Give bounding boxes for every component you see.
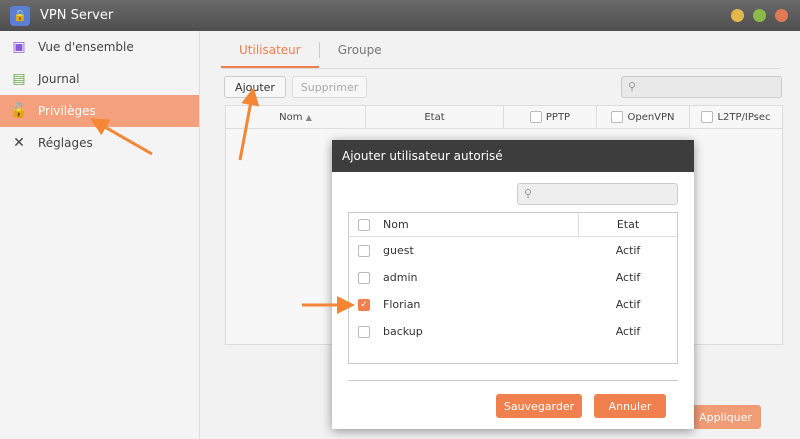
table-row[interactable]: guest Actif (349, 237, 677, 264)
search-icon: ⚲ (628, 80, 637, 93)
sidebar-item-label: Réglages (38, 136, 93, 150)
sidebar-item-label: Journal (38, 72, 80, 86)
column-openvpn[interactable]: OpenVPN (597, 106, 690, 128)
sidebar-item-journal[interactable]: ▤ Journal (0, 63, 199, 95)
privileges-icon: 🔓 (10, 103, 28, 119)
title-bar: 🔒 VPN Server (0, 0, 800, 31)
select-all-checkbox[interactable] (358, 218, 370, 231)
minimize-button[interactable] (731, 9, 744, 22)
user-status: Actif (615, 271, 641, 284)
sort-asc-icon: ▲ (305, 112, 312, 122)
column-pptp[interactable]: PPTP (504, 106, 597, 128)
delete-button[interactable]: Supprimer (292, 76, 367, 98)
add-button[interactable]: Ajouter (224, 76, 286, 98)
tab-user[interactable]: Utilisateur (221, 39, 319, 68)
row-checkbox[interactable] (358, 244, 370, 257)
sidebar-item-label: Vue d'ensemble (38, 40, 134, 54)
user-status: Actif (615, 325, 641, 338)
row-checkbox[interactable] (358, 325, 370, 338)
close-button[interactable] (775, 9, 788, 22)
openvpn-checkbox[interactable] (611, 111, 624, 123)
tab-group[interactable]: Groupe (320, 39, 400, 68)
column-l2tp[interactable]: L2TP/IPsec (690, 106, 782, 128)
dialog-title: Ajouter utilisateur autorisé (332, 140, 694, 172)
user-name: admin (383, 271, 418, 284)
user-status: Actif (615, 298, 641, 311)
log-icon: ▤ (12, 71, 26, 87)
table-row[interactable]: admin Actif (349, 264, 677, 291)
user-status: Actif (615, 244, 641, 257)
column-status[interactable]: Etat (366, 106, 504, 128)
dialog-user-table: Nom Etat guest Actif admin Actif ✓ Florian A… (348, 212, 678, 364)
add-user-dialog: Ajouter utilisateur autorisé ⚲ Nom Etat … (332, 140, 694, 429)
row-checkbox-checked[interactable]: ✓ (358, 298, 370, 311)
column-name[interactable]: Nom (383, 213, 579, 236)
vpn-lock-icon: 🔒 (10, 5, 30, 26)
column-name[interactable]: Nom ▲ (226, 106, 366, 128)
row-checkbox[interactable] (358, 271, 370, 284)
table-header: Nom ▲ Etat PPTP OpenVPN L2TP/IPsec (225, 105, 783, 129)
dialog-divider (348, 380, 678, 381)
table-row[interactable]: backup Actif (349, 318, 677, 345)
l2tp-checkbox[interactable] (701, 111, 714, 123)
user-name: Florian (383, 298, 421, 311)
save-button[interactable]: Sauvegarder (496, 394, 582, 418)
sidebar-item-privileges[interactable]: 🔓 Privilèges (0, 95, 199, 127)
search-icon: ⚲ (524, 187, 533, 200)
apply-button[interactable]: Appliquer (690, 405, 761, 429)
pptp-checkbox[interactable] (529, 111, 542, 123)
column-status[interactable]: Etat (579, 218, 677, 231)
sidebar-item-settings[interactable]: ✕ Réglages (0, 127, 199, 159)
monitor-icon: ▣ (12, 39, 26, 55)
table-row[interactable]: ✓ Florian Actif (349, 291, 677, 318)
tools-icon: ✕ (13, 135, 25, 151)
dialog-table-header: Nom Etat (349, 213, 677, 237)
cancel-button[interactable]: Annuler (594, 394, 666, 418)
sidebar: ▣ Vue d'ensemble ▤ Journal 🔓 Privilèges ✕ Ré… (0, 31, 200, 439)
sidebar-item-overview[interactable]: ▣ Vue d'ensemble (0, 31, 199, 63)
dialog-search-input[interactable]: ⚲ (517, 183, 678, 205)
user-name: guest (383, 244, 414, 257)
user-name: backup (383, 325, 423, 338)
window-title: VPN Server (40, 8, 114, 23)
maximize-button[interactable] (753, 9, 766, 22)
search-input[interactable]: ⚲ (621, 76, 782, 98)
sidebar-item-label: Privilèges (38, 104, 96, 118)
